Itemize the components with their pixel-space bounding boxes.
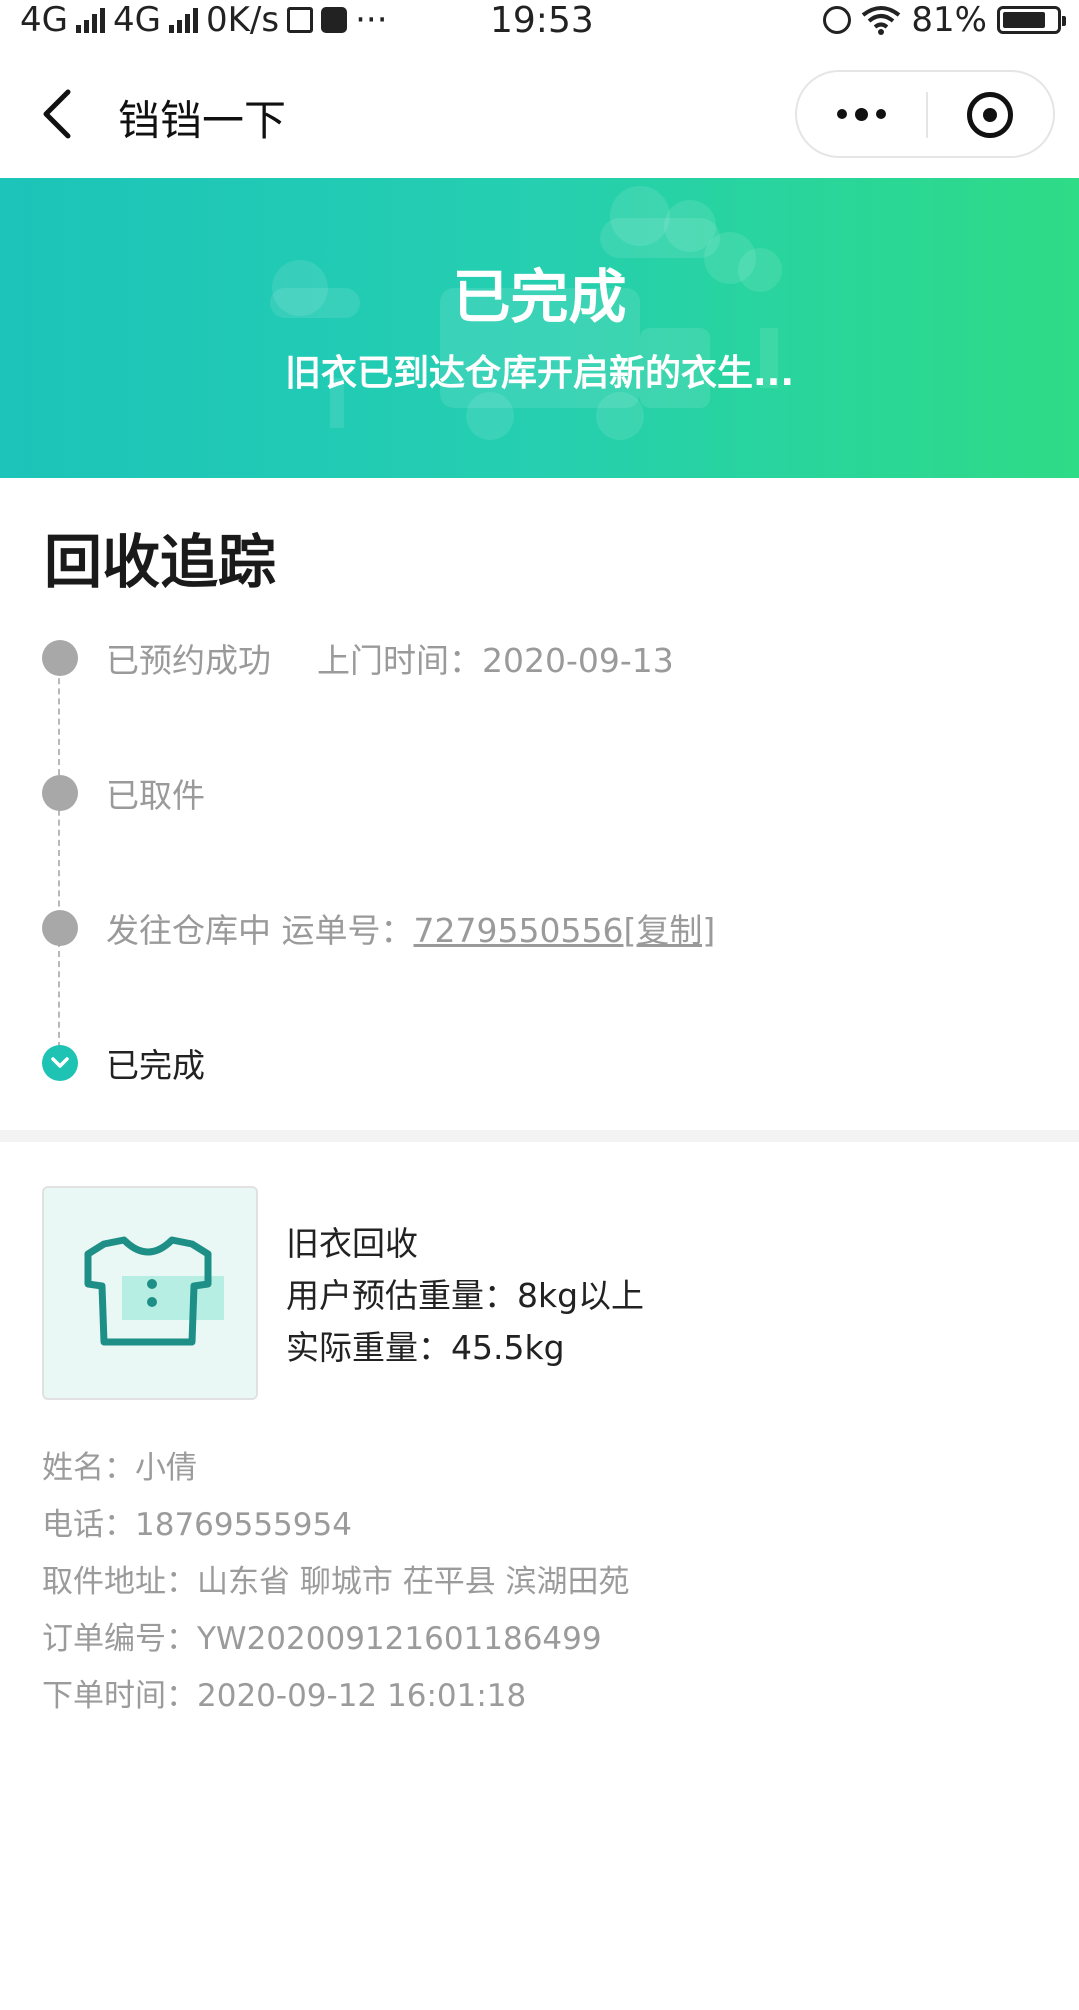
tracking-section-title: 回收追踪 — [44, 528, 277, 596]
more-dot-icon — [854, 107, 868, 121]
product-thumbnail — [42, 1186, 258, 1400]
step-dot-icon — [42, 640, 78, 676]
clock: 19:53 — [490, 0, 594, 41]
step-label: 已完成 — [106, 1046, 205, 1085]
estimated-weight: 用户预估重量：8kg以上 — [286, 1276, 645, 1315]
status-banner: 已完成 旧衣已到达仓库开启新的衣生... — [0, 178, 1079, 478]
more-notifications-icon: ··· — [355, 0, 388, 40]
close-program-button[interactable] — [967, 92, 1013, 138]
tracking-number-link[interactable]: 7279550556 — [414, 911, 624, 950]
step-dot-icon — [42, 775, 78, 811]
notification-icon — [287, 7, 314, 33]
visit-time: 上门时间：2020-09-13 — [317, 641, 674, 680]
section-divider — [0, 1130, 1079, 1142]
timeline-connector — [58, 658, 60, 1048]
customer-phone: 电话：18769555954 — [42, 1507, 352, 1543]
product-info: 旧衣回收 用户预估重量：8kg以上 实际重量：45.5kg — [286, 1218, 644, 1374]
customer-name: 姓名：小倩 — [42, 1450, 197, 1486]
battery-percent: 81% — [911, 0, 987, 40]
nav-bar: 铛铛一下 — [0, 60, 1079, 176]
back-arrow-icon[interactable] — [30, 84, 90, 144]
actual-weight: 实际重量：45.5kg — [286, 1328, 565, 1367]
signal-icon — [75, 7, 105, 33]
capsule-divider — [926, 92, 928, 138]
signal-icon-2 — [168, 7, 198, 33]
step-label: 发往仓库中 运单号：7279550556[复制] — [106, 904, 715, 952]
mini-program-capsule — [795, 70, 1055, 158]
network-type-1: 4G — [20, 0, 68, 40]
step-dot-icon — [42, 910, 78, 946]
more-dot-icon — [875, 109, 886, 119]
status-title: 已完成 — [452, 263, 627, 331]
order-details: 姓名：小倩 电话：18769555954 取件地址：山东省 聊城市 茌平县 滨湖… — [42, 1440, 630, 1725]
message-icon — [321, 7, 348, 33]
pickup-address: 取件地址：山东省 聊城市 茌平县 滨湖田苑 — [42, 1564, 630, 1600]
wifi-icon — [862, 6, 901, 35]
step-status: 已预约成功 — [106, 641, 271, 680]
alarm-icon — [823, 6, 852, 34]
step-label: 已取件 — [106, 776, 205, 815]
order-time: 下单时间：2020-09-12 16:01:18 — [42, 1678, 527, 1714]
check-icon — [42, 1045, 78, 1081]
more-dot-icon — [836, 109, 847, 119]
tracking-timeline: 已预约成功 上门时间：2020-09-13 已取件 发往仓库中 运单号：72795… — [40, 630, 1040, 1100]
copy-tracking-button[interactable]: [复制] — [623, 911, 715, 950]
product-name: 旧衣回收 — [286, 1224, 418, 1263]
step-label: 已预约成功 上门时间：2020-09-13 — [106, 634, 674, 682]
step-status: 发往仓库中 运单号： — [106, 911, 414, 950]
tshirt-icon — [84, 1236, 224, 1346]
network-speed: 0K/s — [205, 0, 280, 40]
network-type-2: 4G — [112, 0, 161, 40]
status-subtitle: 旧衣已到达仓库开启新的衣生... — [284, 353, 795, 394]
status-bar: 4G 4G 0K/s ··· 19:53 81% — [0, 0, 1079, 41]
more-menu-button[interactable] — [797, 72, 925, 156]
page-title: 铛铛一下 — [118, 96, 287, 145]
battery-icon — [997, 6, 1066, 34]
order-number: 订单编号：YW202009121601186499 — [42, 1621, 602, 1657]
